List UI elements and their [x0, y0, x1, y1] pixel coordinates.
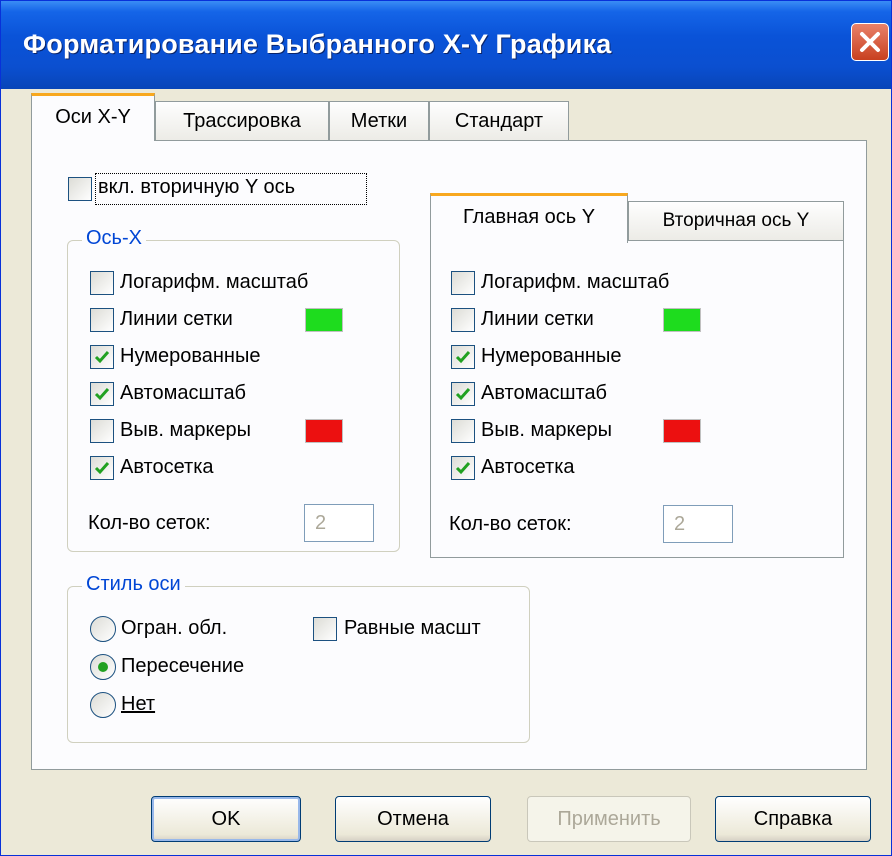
x-axis-option-2-label: Нумерованные [120, 345, 261, 367]
y-axis-option-4-label: Выв. маркеры [481, 419, 613, 441]
y-axis-option-5-checkbox[interactable] [451, 456, 475, 480]
y-axis-option-3-checkbox[interactable] [451, 382, 475, 406]
x-axis-option-5-label: Автосетка [120, 456, 214, 478]
y-axis-option-5-label: Автосетка [481, 456, 575, 478]
tab-standard[interactable]: Стандарт [429, 101, 569, 141]
x-axis-option-4-color-swatch[interactable] [305, 419, 343, 443]
x-axis-group-title: Ось-X [82, 227, 146, 250]
x-axis-option-1-checkbox[interactable] [90, 308, 114, 332]
checkmark-icon [455, 351, 471, 364]
x-grid-count-label: Кол-во сеток: [88, 512, 211, 534]
y-grid-count-label: Кол-во сеток: [449, 513, 572, 535]
radio-intersection-label: Пересечение [121, 655, 245, 677]
radio-bounded-area-label: Огран. обл. [121, 617, 228, 639]
x-axis-option-4-label: Выв. маркеры [120, 419, 252, 441]
cancel-button[interactable]: Отмена [335, 796, 491, 842]
y-axis-option-1-checkbox[interactable] [451, 308, 475, 332]
x-axis-option-1-color-swatch[interactable] [305, 308, 343, 332]
radio-none-label: Нет [121, 693, 156, 715]
close-icon [860, 32, 880, 52]
checkmark-icon [94, 351, 110, 364]
x-axis-option-5-checkbox[interactable] [90, 456, 114, 480]
checkmark-icon [455, 388, 471, 401]
checkmark-icon [455, 462, 471, 475]
tab-axes-xy[interactable]: Оси X-Y [31, 93, 155, 141]
radio-none[interactable] [90, 692, 116, 718]
radio-intersection[interactable] [90, 654, 116, 680]
y-axis-option-4-color-swatch[interactable] [663, 419, 701, 443]
checkmark-icon [94, 462, 110, 475]
y-axis-option-2-label: Нумерованные [481, 345, 622, 367]
tab-labels[interactable]: Метки [329, 101, 429, 141]
secondary-y-checkbox[interactable] [68, 177, 92, 201]
x-grid-count-input[interactable]: 2 [304, 504, 374, 542]
x-axis-option-0-checkbox[interactable] [90, 271, 114, 295]
equal-scale-label: Равные масшт [344, 617, 481, 639]
dialog-window: Форматирование Выбранного X-Y Графика Ос… [0, 0, 892, 856]
apply-button[interactable]: Применить [527, 796, 691, 842]
tab-tracing[interactable]: Трассировка [155, 101, 329, 141]
x-axis-group: Ось-X Логарифм. масштаб Линии сетки Нумеро… [67, 227, 400, 552]
help-button[interactable]: Справка [715, 796, 871, 842]
y-axis-option-1-color-swatch[interactable] [663, 308, 701, 332]
y-axis-option-0-checkbox[interactable] [451, 271, 475, 295]
ok-button[interactable]: OK [151, 796, 301, 842]
y-axis-panel: Логарифм. масштаб Линии сетки Нумерованные… [430, 240, 844, 558]
y-axis-option-4-checkbox[interactable] [451, 419, 475, 443]
y-grid-count-input[interactable]: 2 [663, 505, 733, 543]
equal-scale-checkbox[interactable] [313, 617, 337, 641]
x-axis-option-0-label: Логарифм. масштаб [120, 271, 309, 293]
axis-style-group: Стиль оси Огран. обл. Пересечение Нет Ра… [67, 573, 530, 743]
y-axis-option-0-label: Логарифм. масштаб [481, 271, 670, 293]
radio-selected-dot [98, 662, 108, 672]
y-axis-option-1-label: Линии сетки [481, 308, 594, 330]
secondary-y-label: вкл. вторичную Y ось [98, 176, 296, 198]
y-axis-option-2-checkbox[interactable] [451, 345, 475, 369]
x-axis-option-1-label: Линии сетки [120, 308, 233, 330]
y-axis-option-3-label: Автомасштаб [481, 382, 608, 404]
axis-style-group-title: Стиль оси [82, 573, 185, 596]
title-bar[interactable]: Форматирование Выбранного X-Y Графика [1, 1, 891, 89]
checkmark-icon [94, 388, 110, 401]
tab-primary-y[interactable]: Главная ось Y [430, 193, 628, 243]
tab-secondary-y[interactable]: Вторичная ось Y [628, 201, 844, 241]
x-axis-option-4-checkbox[interactable] [90, 419, 114, 443]
radio-bounded-area[interactable] [90, 616, 116, 642]
close-button[interactable] [851, 23, 889, 61]
dialog-title: Форматирование Выбранного X-Y Графика [23, 29, 612, 59]
x-axis-option-3-label: Автомасштаб [120, 382, 247, 404]
x-axis-option-3-checkbox[interactable] [90, 382, 114, 406]
x-axis-option-2-checkbox[interactable] [90, 345, 114, 369]
tab-panel-axes-xy: вкл. вторичную Y ось Ось-X Логарифм. мас… [31, 140, 867, 770]
